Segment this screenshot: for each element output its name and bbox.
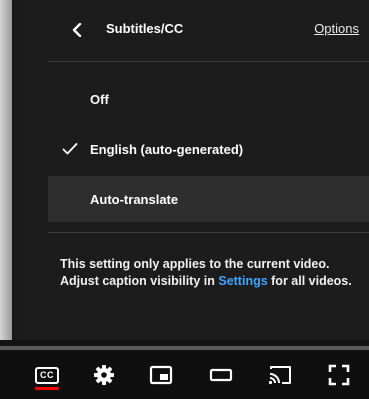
info-text-suffix: for all videos. <box>267 274 352 288</box>
settings-link[interactable]: Settings <box>218 274 267 288</box>
menu-title: Subtitles/CC <box>106 21 184 36</box>
menu-item-label: English (auto-generated) <box>90 141 244 157</box>
miniplayer-button[interactable] <box>146 360 176 390</box>
gear-icon <box>94 365 114 385</box>
subtitles-menu-header: Subtitles/CC Options <box>48 0 369 62</box>
checkmark-icon <box>62 141 78 157</box>
menu-item-english-auto-generated[interactable]: English (auto-generated) <box>48 126 369 172</box>
settings-button[interactable] <box>89 360 119 390</box>
cast-icon <box>268 366 291 385</box>
chevron-left-icon <box>72 23 82 37</box>
subtitles-button[interactable]: CC <box>32 360 62 390</box>
menu-divider <box>48 232 369 233</box>
player-controls: CC <box>0 350 369 399</box>
back-button[interactable] <box>68 20 86 40</box>
menu-item-label: Auto-translate <box>90 191 179 207</box>
page-gap <box>12 0 24 340</box>
menu-item-auto-translate[interactable]: Auto-translate <box>48 176 369 222</box>
menu-item-off[interactable]: Off <box>48 76 369 122</box>
fullscreen-icon <box>328 364 350 386</box>
theater-mode-icon <box>209 368 233 382</box>
video-player: Subtitles/CC Options Off English (auto-g… <box>0 0 369 399</box>
theater-mode-button[interactable] <box>206 360 236 390</box>
cast-button[interactable] <box>265 360 295 390</box>
fullscreen-button[interactable] <box>324 360 354 390</box>
page-edge <box>0 0 12 340</box>
menu-item-label: Off <box>90 91 109 107</box>
cc-active-indicator <box>35 387 59 390</box>
miniplayer-icon <box>149 365 173 385</box>
options-link[interactable]: Options <box>314 21 359 36</box>
cc-icon: CC <box>35 366 59 384</box>
caption-info-text: This setting only applies to the current… <box>60 256 360 290</box>
subtitles-menu-panel: Subtitles/CC Options Off English (auto-g… <box>48 0 369 336</box>
